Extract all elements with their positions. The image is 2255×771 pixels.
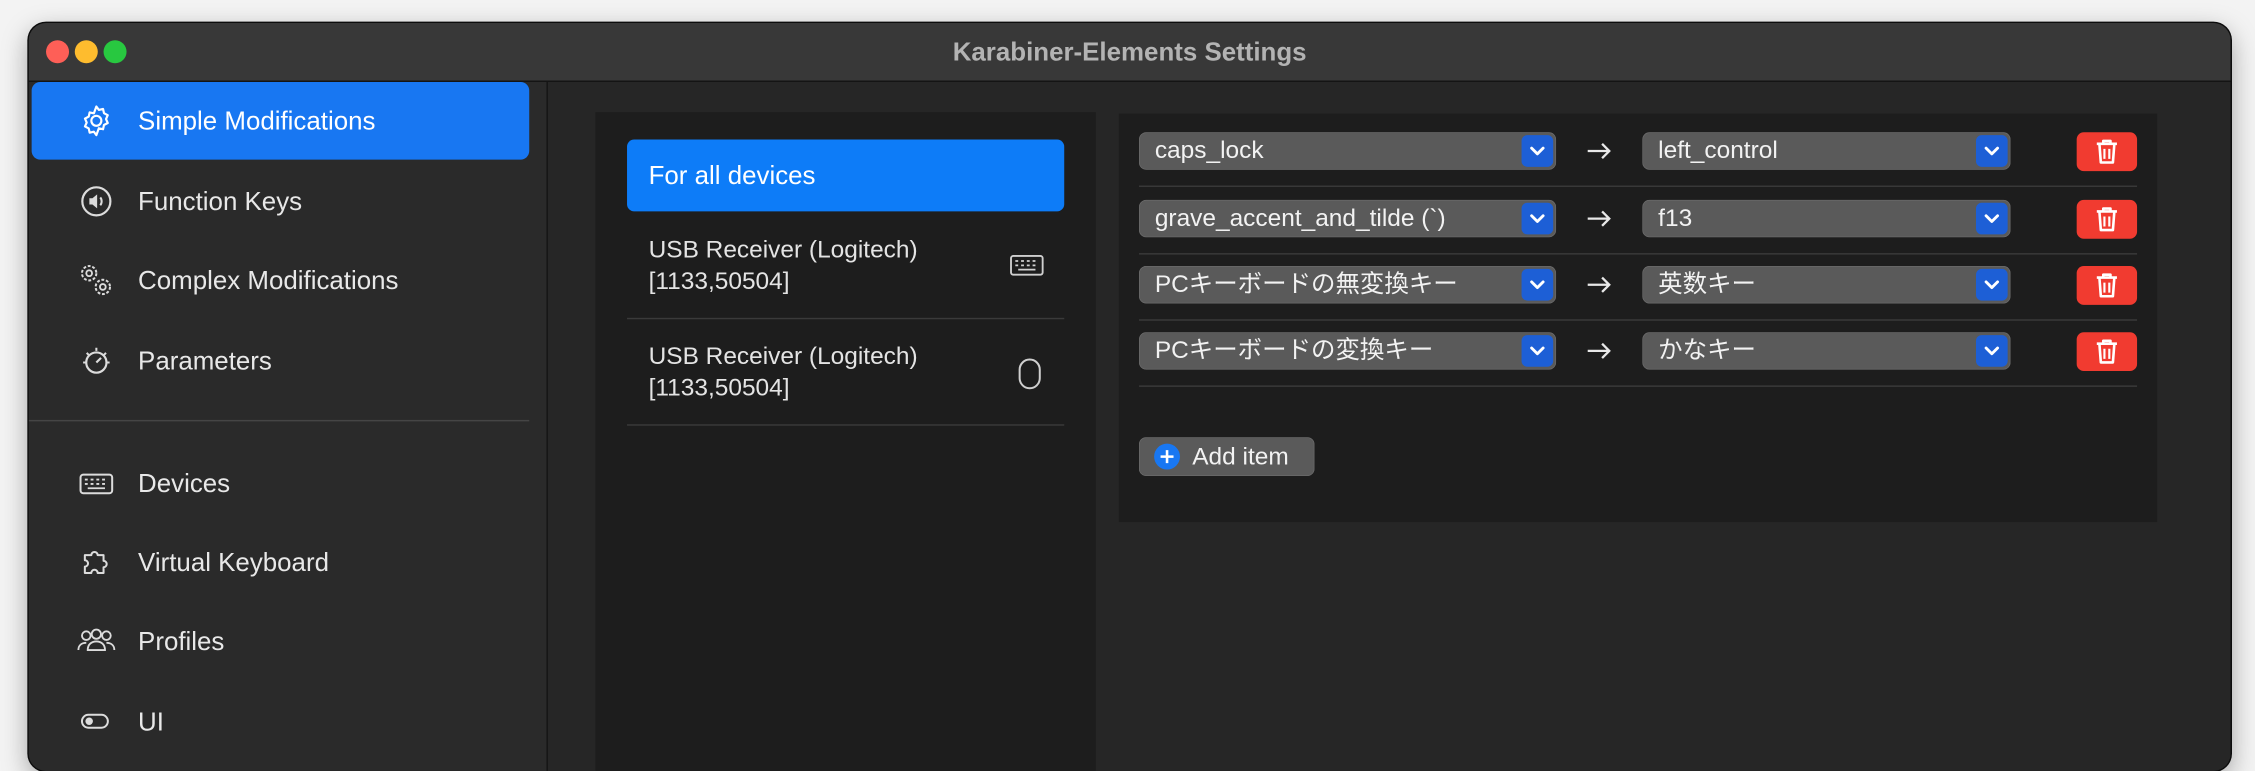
- arrow-right-icon: [1587, 276, 1611, 293]
- chevron-down-icon: [1976, 202, 2008, 235]
- chevron-down-icon: [1976, 335, 2008, 367]
- to-key-select[interactable]: f13: [1642, 199, 2011, 238]
- sidebar-item-profiles[interactable]: Profiles: [32, 603, 530, 681]
- device-item-name: USB Receiver (Logitech): [648, 235, 918, 264]
- sidebar-item-label: Parameters: [138, 346, 272, 376]
- sidebar-item-complex-modifications[interactable]: Complex Modifications: [32, 242, 530, 320]
- main-content: For all devices USB Receiver (Logitech) …: [547, 81, 2231, 771]
- device-item-id: [1133,50504]: [648, 373, 790, 402]
- from-key-select[interactable]: grave_accent_and_tilde (`): [1139, 199, 1557, 238]
- add-item-label: Add item: [1192, 442, 1289, 471]
- arrow-right-icon: [1587, 210, 1611, 227]
- to-key-select[interactable]: かなキー: [1642, 332, 2011, 370]
- device-item-usb-receiver-mouse[interactable]: USB Receiver (Logitech) [1133,50504]: [627, 321, 1065, 426]
- dial-icon: [83, 347, 110, 374]
- delete-mapping-button[interactable]: [2076, 266, 2138, 305]
- sidebar-item-function-keys[interactable]: Function Keys: [32, 163, 530, 241]
- sidebar-item-label: UI: [138, 707, 164, 737]
- device-item-all[interactable]: For all devices: [627, 139, 1065, 212]
- from-key-select[interactable]: PCキーボードの無変換キー: [1139, 266, 1557, 304]
- keyboard-icon: [79, 473, 114, 495]
- trash-icon: [2096, 139, 2117, 164]
- puzzle-icon: [83, 551, 108, 574]
- device-item-name: USB Receiver (Logitech): [648, 342, 918, 370]
- device-item-label: For all devices: [648, 161, 816, 190]
- simple-modifications-panel: caps_lock left_control grave_accent_and_…: [1118, 113, 2158, 523]
- sidebar-item-parameters[interactable]: Parameters: [32, 322, 530, 400]
- to-key-select[interactable]: 英数キー: [1642, 266, 2011, 304]
- chevron-down-icon: [1521, 268, 1554, 301]
- chevron-down-icon: [1521, 335, 1554, 367]
- gear-icon: [83, 105, 109, 137]
- from-key-select[interactable]: caps_lock: [1139, 132, 1557, 170]
- mapping-row: PCキーボードの無変換キー 英数キー: [1139, 253, 2138, 321]
- sidebar-separator: [28, 419, 530, 422]
- mouse-icon: [1018, 358, 1041, 390]
- chevron-down-icon: [1521, 135, 1554, 167]
- toggle-icon: [80, 713, 109, 729]
- delete-mapping-button[interactable]: [2076, 332, 2138, 372]
- sidebar-item-label: Simple Modifications: [138, 106, 376, 136]
- chevron-down-icon: [1976, 135, 2008, 167]
- sidebar-item-devices[interactable]: Devices: [32, 444, 530, 522]
- sidebar-item-label: Virtual Keyboard: [138, 547, 329, 577]
- sidebar: Simple Modifications Function Keys Compl…: [28, 81, 548, 771]
- trash-icon: [2096, 339, 2117, 364]
- device-item-usb-receiver-keyboard[interactable]: USB Receiver (Logitech) [1133,50504]: [627, 214, 1065, 320]
- speaker-icon: [81, 186, 112, 217]
- app-window: Karabiner-Elements Settings Simple Modif…: [28, 23, 2231, 771]
- mapping-row: caps_lock left_control: [1139, 114, 2138, 187]
- title-bar: Karabiner-Elements Settings: [28, 23, 2231, 82]
- device-item-id: [1133,50504]: [648, 267, 790, 295]
- sidebar-item-ui[interactable]: UI: [32, 683, 530, 761]
- window-title: Karabiner-Elements Settings: [952, 37, 1307, 67]
- delete-mapping-button[interactable]: [2076, 132, 2138, 172]
- arrow-right-icon: [1587, 143, 1611, 160]
- sidebar-item-label: Function Keys: [138, 186, 303, 216]
- arrow-right-icon: [1587, 342, 1611, 359]
- gears-icon: [80, 265, 112, 296]
- device-list: For all devices USB Receiver (Logitech) …: [595, 112, 1096, 771]
- mapping-row: PCキーボードの変換キー かなキー: [1139, 319, 2138, 387]
- to-key-select[interactable]: left_control: [1642, 132, 2011, 170]
- sidebar-item-label: Complex Modifications: [138, 266, 399, 295]
- trash-icon: [2096, 273, 2117, 298]
- delete-mapping-button[interactable]: [2076, 199, 2138, 239]
- add-item-button[interactable]: Add item: [1139, 437, 1315, 477]
- sidebar-item-label: Profiles: [138, 627, 225, 656]
- from-key-select[interactable]: PCキーボードの変換キー: [1139, 332, 1557, 370]
- chevron-down-icon: [1976, 268, 2008, 301]
- plus-circle-icon: [1154, 443, 1180, 470]
- sidebar-item-label: Devices: [138, 468, 231, 498]
- mapping-row: grave_accent_and_tilde (`) f13: [1139, 187, 2138, 255]
- trash-icon: [2096, 207, 2117, 232]
- sidebar-item-virtual-keyboard[interactable]: Virtual Keyboard: [32, 523, 530, 601]
- chevron-down-icon: [1521, 202, 1554, 235]
- keyboard-icon: [1010, 255, 1044, 276]
- sidebar-item-simple-modifications[interactable]: Simple Modifications: [31, 81, 530, 160]
- people-icon: [77, 628, 116, 651]
